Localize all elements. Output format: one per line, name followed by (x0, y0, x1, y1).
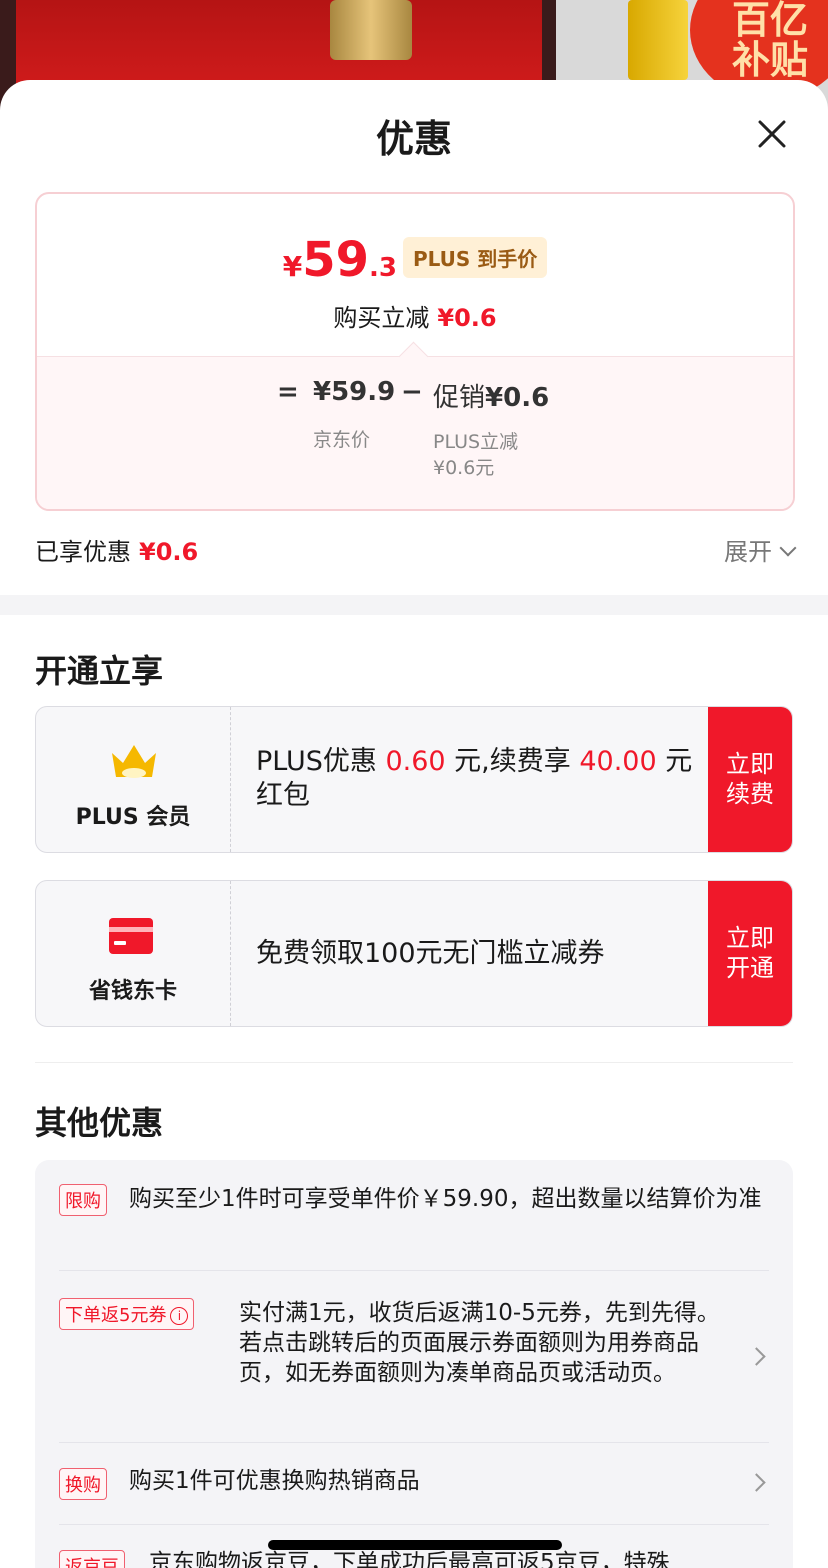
reduction-amount: ¥0.6 (437, 304, 497, 332)
final-price-row: ¥59.3 PLUS 到手价 (37, 232, 793, 288)
section-separator (0, 595, 828, 615)
plus-member-desc: PLUS优惠 0.60 元,续费享 40.00 元红包 (256, 745, 696, 813)
enjoyed-discount: 已享优惠 ¥0.6 (35, 532, 198, 567)
offer-text: 实付满1元，收货后返满10-5元券，先到先得。若点击跳转后的页面展示券面额则为用… (239, 1300, 720, 1386)
enjoyed-label: 已享优惠 (35, 538, 131, 566)
promo-label: 促销 (433, 383, 486, 413)
promo-caption-1: PLUS立减 (433, 431, 519, 453)
currency-symbol: ¥ (282, 250, 303, 283)
plus-desc-text: PLUS优惠 (256, 746, 386, 777)
plus-price-tag: PLUS 到手价 (402, 237, 548, 278)
purchase-reduction: 购买立减 ¥0.6 (37, 298, 793, 333)
offer-tag: 下单返5元券 i (59, 1298, 195, 1330)
base-price-caption: 京东价 (313, 429, 371, 451)
saving-card[interactable]: 省钱东卡 免费领取100元无门槛立减券 立即 开通 (35, 880, 793, 1027)
other-offers-list: 限购 购买至少1件时可享受单件价￥59.90，超出数量以结算价为准 下单返5元券… (35, 1160, 793, 1568)
reduction-label: 购买立减 (333, 304, 430, 332)
promo-amount-line: 促销¥0.6 (433, 377, 549, 414)
info-icon[interactable]: i (170, 1307, 189, 1325)
equals-sign: = (277, 377, 299, 407)
open-section-title: 开通立享 (35, 652, 164, 690)
enjoyed-amount: ¥0.6 (139, 538, 199, 566)
crown-icon (112, 745, 156, 778)
price-integer: 59 (302, 232, 369, 288)
offer-order-coupon[interactable]: 下单返5元券 i 实付满1元，收货后返满10-5元券，先到先得。若点击跳转后的页面… (59, 1270, 769, 1443)
offer-text: 购买至少1件时可享受单件价￥59.90，超出数量以结算价为准 (129, 1186, 762, 1212)
minus-sign: − (401, 377, 423, 407)
price-summary: ¥59.3 PLUS 到手价 购买立减 ¥0.6 (37, 194, 793, 356)
plus-discount-value: 0.60 (385, 746, 446, 777)
offer-text: 京东购物返京豆，下单成功后最高可返5京豆，特殊 (149, 1550, 670, 1568)
offer-tag: 限购 (59, 1184, 107, 1216)
offer-tag: 返京豆 (59, 1550, 125, 1568)
plus-member-name: PLUS 会员 (75, 805, 191, 830)
divider (35, 1062, 793, 1063)
base-price: ¥59.9 (313, 377, 396, 407)
expand-button[interactable]: 展开 (724, 532, 797, 567)
sheet-title: 优惠 (375, 117, 452, 161)
saving-card-brand: 省钱东卡 (36, 881, 231, 1026)
card-icon (109, 918, 153, 954)
chevron-right-icon (747, 1347, 766, 1366)
offer-text: 购买1件可优惠换购热销商品 (129, 1468, 420, 1494)
product-image-2 (628, 0, 688, 80)
expand-label: 展开 (724, 538, 772, 566)
activate-button[interactable]: 立即 开通 (708, 881, 792, 1026)
price-decimal: .3 (369, 253, 397, 283)
other-section-title: 其他优惠 (35, 1104, 164, 1142)
plus-redpacket-value: 40.00 (579, 746, 657, 777)
plus-desc-text-2: 元,续费享 (445, 746, 580, 777)
saving-card-desc: 免费领取100元无门槛立减券 (256, 938, 605, 969)
chevron-down-icon (779, 539, 797, 557)
discount-sheet: 优惠 ¥59.3 PLUS 到手价 购买立减 ¥0.6 = ¥59.9 − 促销¥0… (0, 80, 828, 1568)
offer-purchase-limit: 限购 购买至少1件时可享受单件价￥59.90，超出数量以结算价为准 (59, 1184, 769, 1271)
offer-tag-label: 下单返5元券 (65, 1305, 167, 1326)
renew-button[interactable]: 立即 续费 (708, 707, 792, 852)
plus-member-brand: PLUS 会员 (36, 707, 231, 852)
home-indicator (268, 1540, 562, 1550)
plus-member-card[interactable]: PLUS 会员 PLUS优惠 0.60 元,续费享 40.00 元红包 立即 续… (35, 706, 793, 853)
close-icon[interactable] (752, 114, 792, 154)
saving-card-name: 省钱东卡 (88, 979, 177, 1004)
price-breakdown: = ¥59.9 − 促销¥0.6 京东价 PLUS立减 ¥0.6元 (37, 341, 793, 509)
offer-tag: 换购 (59, 1468, 107, 1500)
promo-amount: ¥0.6 (485, 383, 550, 413)
price-card: ¥59.3 PLUS 到手价 购买立减 ¥0.6 = ¥59.9 − 促销¥0.6 … (35, 192, 795, 511)
offer-exchange[interactable]: 换购 购买1件可优惠换购热销商品 (59, 1442, 769, 1525)
product-image (330, 0, 412, 60)
promo-caption-2: ¥0.6元 (433, 457, 495, 479)
chevron-right-icon (747, 1473, 766, 1492)
